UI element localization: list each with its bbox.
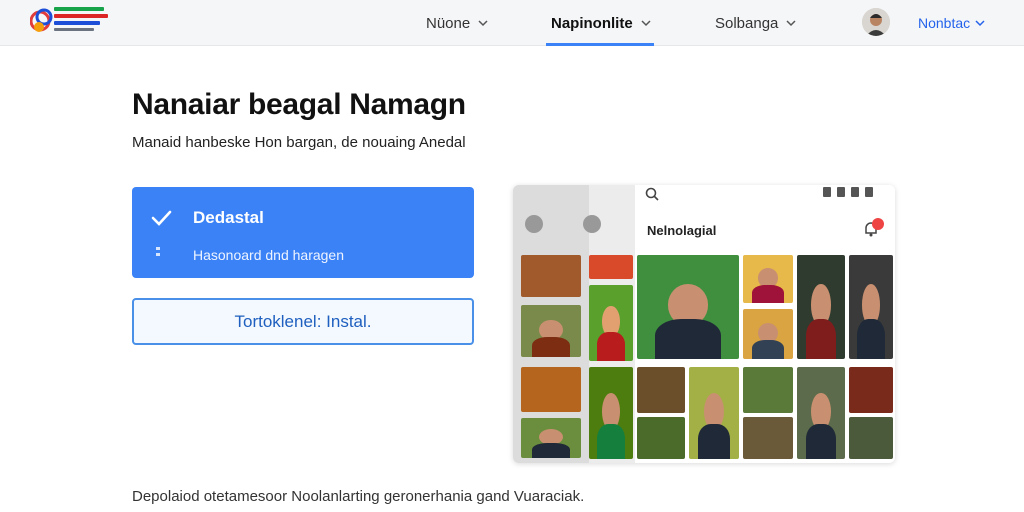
chevron-down-icon — [975, 20, 985, 27]
preview-heading: Nelnolagial — [647, 223, 717, 238]
photo-tile — [637, 417, 685, 459]
avatar[interactable] — [862, 8, 890, 36]
notification-badge — [872, 218, 884, 230]
selected-option-card[interactable]: Dedastal Hasonoard dnd haragen — [132, 187, 474, 278]
preview-avatar-icon — [525, 215, 543, 233]
page-title: Nanaiar beagal Namagn — [132, 88, 466, 121]
photo-tile — [743, 367, 793, 413]
nav-item-label: Napinonlite — [551, 14, 633, 32]
photo-tile — [797, 367, 845, 459]
install-button-label: Tortoklenel: Instal. — [234, 311, 372, 331]
photo-tile — [637, 367, 685, 413]
photo-tile — [849, 417, 893, 459]
nav-item-2[interactable]: Solbanga — [715, 0, 796, 46]
search-icon — [645, 187, 659, 201]
option-title: Dedastal — [193, 208, 264, 227]
app-preview-screenshot: Nelnolagial — [513, 185, 895, 463]
logo-mark-icon — [30, 8, 53, 32]
photo-tile — [689, 367, 739, 459]
photo-tile — [521, 418, 581, 458]
status-icons — [823, 187, 873, 197]
nav-item-0[interactable]: Nüone — [426, 0, 488, 46]
photo-tile — [743, 255, 793, 303]
nav-item-1[interactable]: Napinonlite — [551, 0, 651, 46]
logo-wordmark — [54, 7, 110, 34]
nav-item-label: Nüone — [426, 14, 471, 32]
photo-tile — [589, 285, 633, 361]
check-icon — [151, 210, 172, 226]
photo-tile — [743, 417, 793, 459]
chevron-down-icon — [478, 20, 488, 27]
photo-tile — [589, 367, 633, 459]
option-description: Hasonoard dnd haragen — [193, 247, 345, 263]
brand-logo[interactable] — [30, 4, 110, 36]
chevron-down-icon — [641, 20, 651, 27]
photo-tile — [743, 309, 793, 359]
footer-note: Depolaiod otetamesoor Noolanlarting gero… — [132, 488, 585, 505]
photo-tile — [521, 255, 581, 297]
photo-tile — [849, 367, 893, 413]
photo-tile — [637, 255, 739, 359]
top-navigation: Nüone Napinonlite Solbanga Nonbtac — [0, 0, 1024, 46]
nav-item-label: Solbanga — [715, 14, 779, 32]
install-button[interactable]: Tortoklenel: Instal. — [132, 298, 474, 345]
photo-tile — [797, 255, 845, 359]
user-avatar-image — [862, 8, 890, 36]
option-list-icon — [156, 247, 166, 259]
account-label: Nonbtac — [918, 15, 971, 31]
photo-tile — [521, 305, 581, 357]
preview-settings-icon — [583, 215, 601, 233]
photo-tile — [589, 255, 633, 279]
account-menu[interactable]: Nonbtac — [918, 0, 985, 46]
photo-tile — [521, 367, 581, 412]
photo-tile — [849, 255, 893, 359]
page-subtitle: Manaid hanbeske Hon bargan, de nouaing A… — [132, 134, 466, 151]
active-tab-indicator — [546, 43, 654, 46]
chevron-down-icon — [786, 20, 796, 27]
